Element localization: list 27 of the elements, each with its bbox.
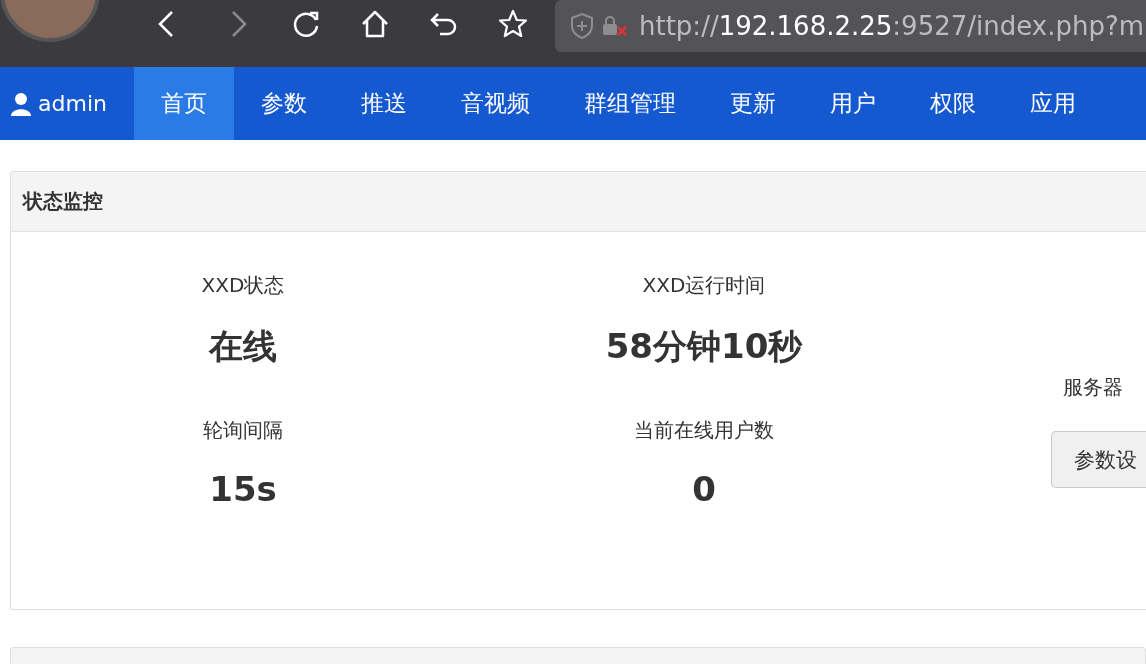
nav-tab[interactable]: 应用 [1002,67,1103,140]
nav-tab[interactable]: 权限 [902,67,1003,140]
star-icon [497,8,529,40]
stat-label: 当前在线用户数 [634,417,774,444]
nav-tab[interactable]: 更新 [702,67,803,140]
stat-label: XXD状态 [201,272,285,299]
stat-value: 58分钟10秒 [605,325,803,366]
stat-value: 0 [692,469,716,511]
insecure-lock-icon [601,14,629,38]
stat-label: XXD运行时间 [642,272,766,299]
nav-tab[interactable]: 首页 [133,67,234,140]
nav-tab[interactable]: 参数 [233,67,334,140]
stat-label: 轮询间隔 [203,417,283,444]
stat-label: 服务器 [1063,374,1123,401]
settings-button[interactable]: 参数设 [1051,431,1146,488]
shield-icon [569,12,595,40]
address-bar[interactable]: http://192.168.2.25:9527/index.php?m [555,0,1146,52]
username[interactable]: admin [38,91,107,116]
nav-tab[interactable]: 用户 [802,67,903,140]
url-text: http://192.168.2.25:9527/index.php?m [639,11,1145,41]
stat-value: 在线 [209,325,277,366]
user-icon [10,91,32,116]
nav-tab[interactable]: 音视频 [433,67,557,140]
nav-tab[interactable]: 推送 [333,67,434,140]
stat-value: 15s [209,469,277,511]
nav-tab[interactable]: 群组管理 [556,67,703,140]
panel-title: 状态监控 [23,188,103,215]
